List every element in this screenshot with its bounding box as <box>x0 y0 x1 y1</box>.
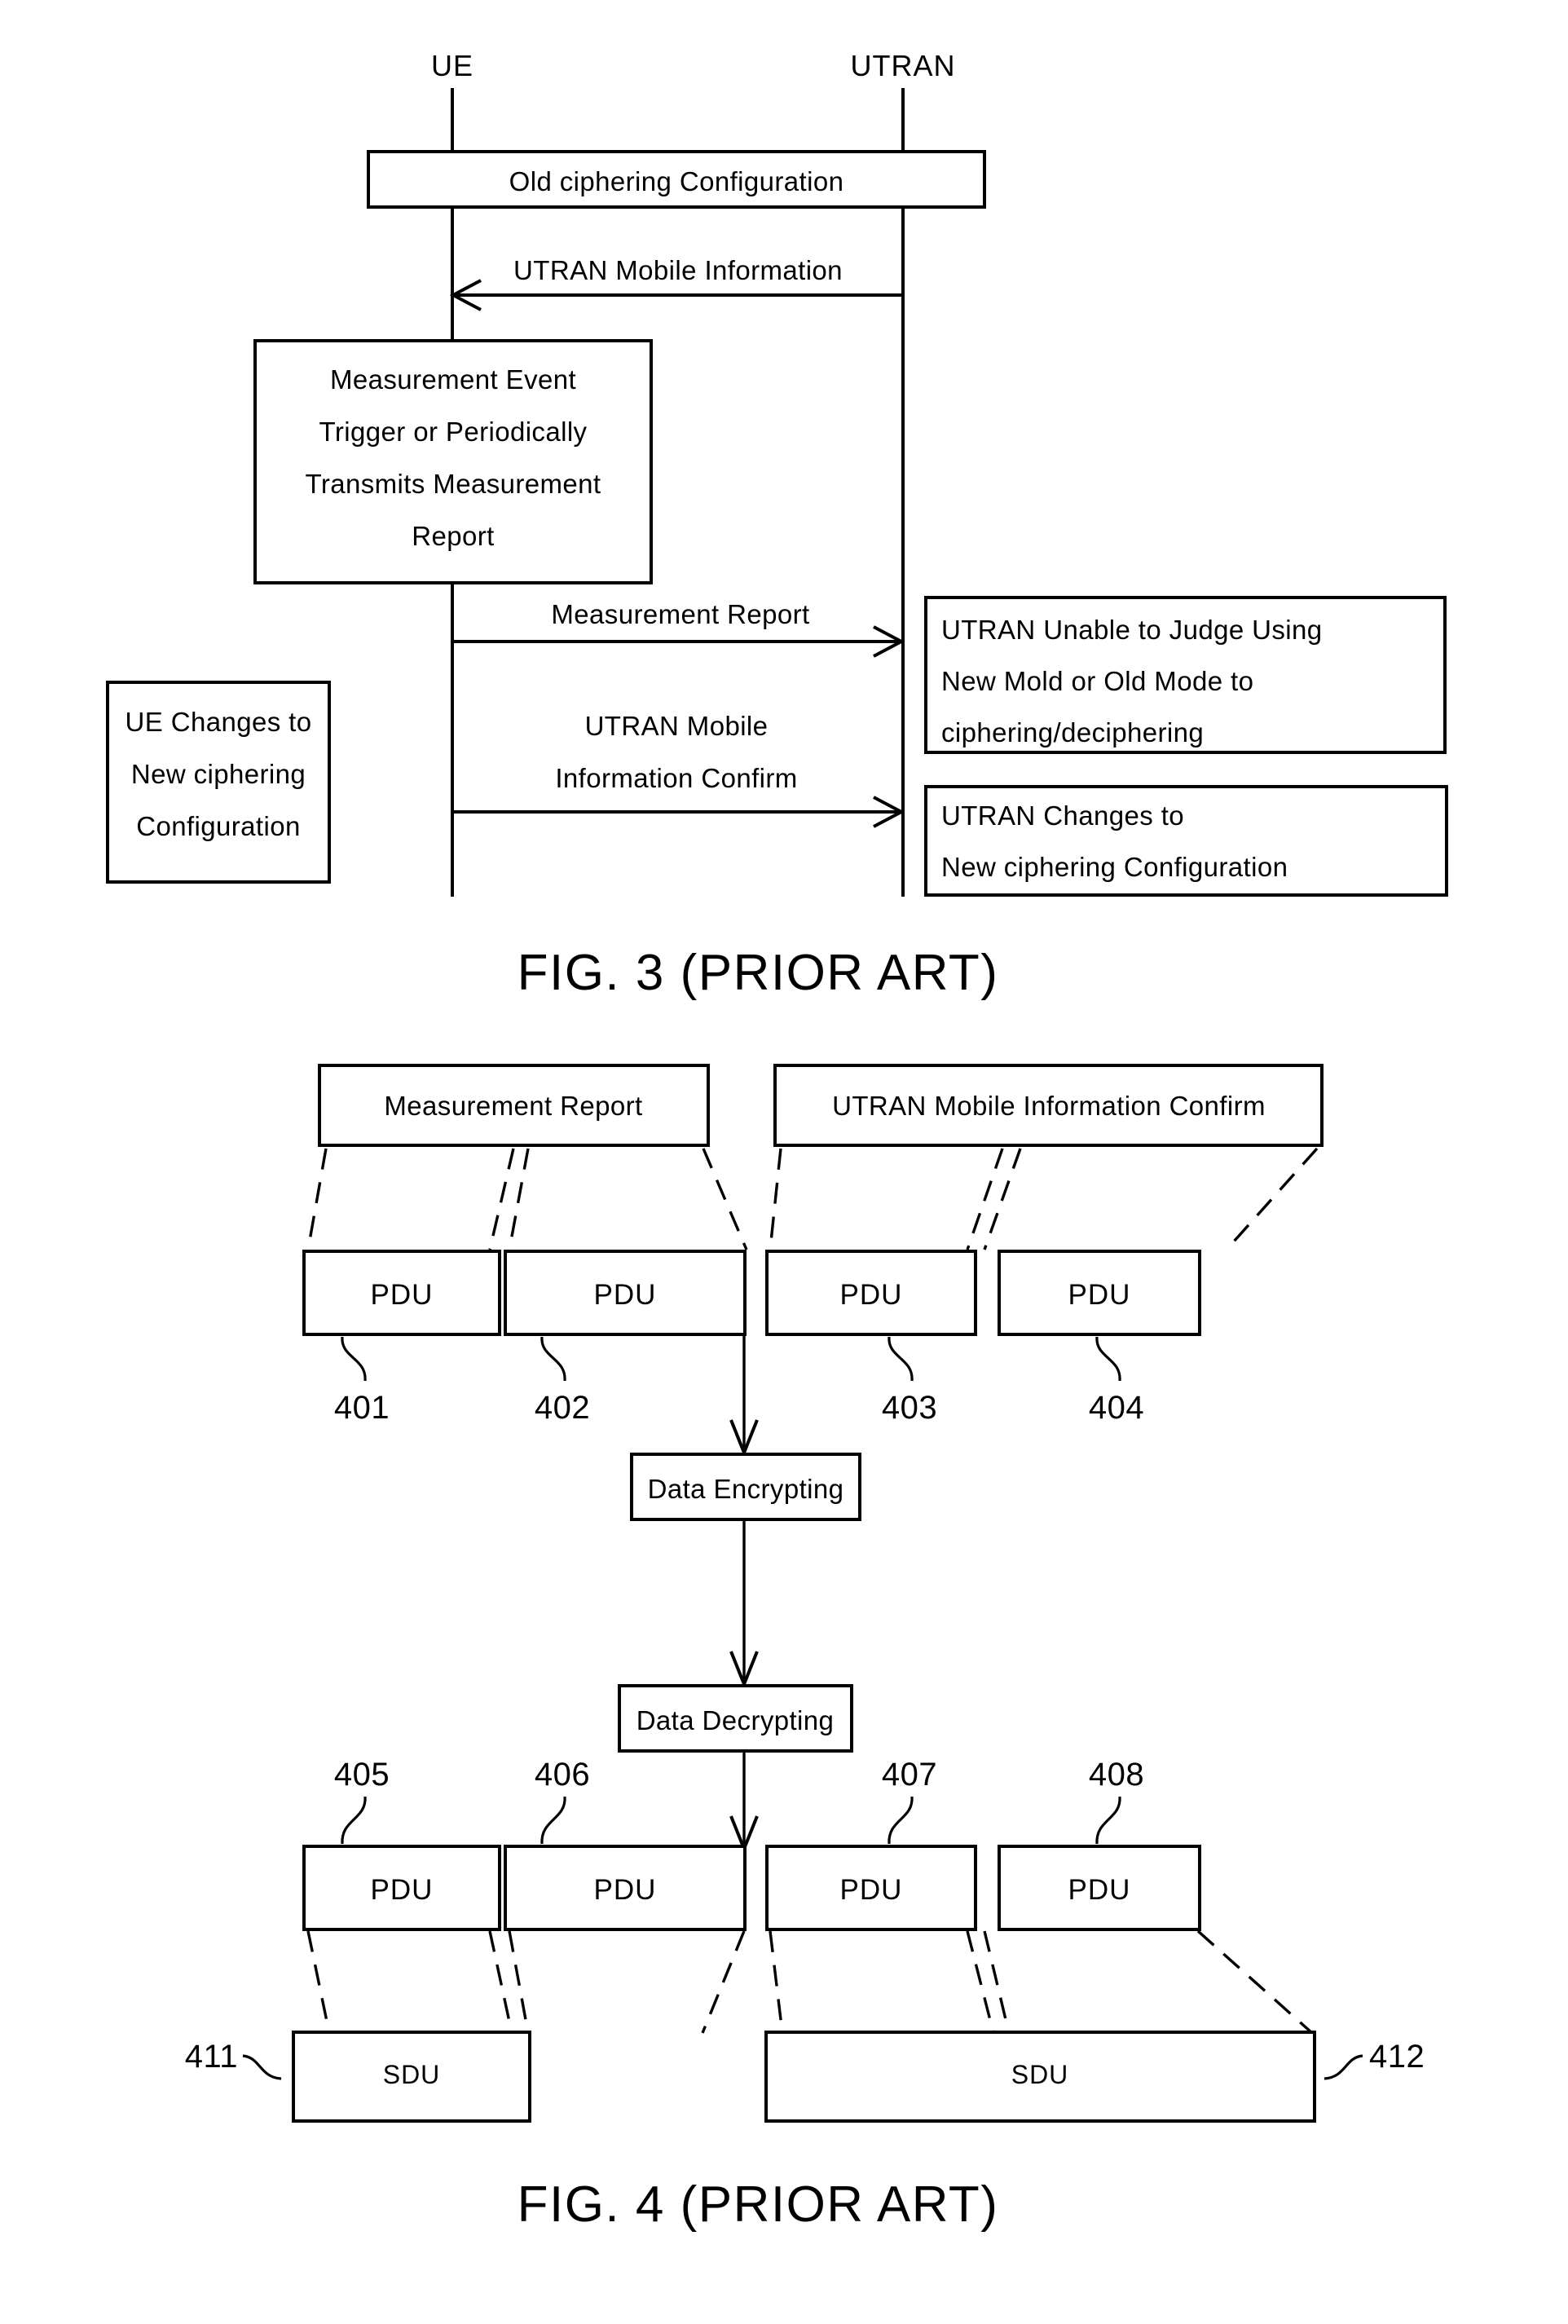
message-confirm-label-line-1: UTRAN Mobile <box>585 711 769 741</box>
ref-number-407: 407 <box>882 1757 937 1793</box>
box-pdu-402-label: PDU <box>594 1279 657 1311</box>
segmentation-dash-a4 <box>702 1148 748 1250</box>
box-data-encrypting-label: Data Encrypting <box>648 1474 844 1504</box>
actor-label-utran: UTRAN <box>851 49 956 82</box>
box-old-ciphering-configuration-label: Old ciphering Configuration <box>509 166 844 196</box>
ref-number-401: 401 <box>334 1390 390 1426</box>
figure-3-caption: FIG. 3 (PRIOR ART) <box>518 945 999 1001</box>
reassembly-dash-a2 <box>488 1930 513 2034</box>
box-utran-unable-to-judge-line-1: UTRAN Unable to Judge Using <box>941 615 1323 645</box>
box-utran-unable-to-judge-line-2: New Mold or Old Mode to <box>941 666 1253 696</box>
segmentation-dash-b1 <box>769 1148 782 1250</box>
box-data-decrypting-label: Data Decrypting <box>636 1705 835 1735</box>
actor-label-ue: UE <box>431 49 473 82</box>
figure-4-group: Measurement Report UTRAN Mobile Informat… <box>185 1064 1425 2233</box>
box-utran-changes-line-2: New ciphering Configuration <box>941 852 1288 882</box>
box-sdu-411-label: SDU <box>383 2060 441 2089</box>
reassembly-dash-b4 <box>1196 1929 1314 2035</box>
message-measurement-report-label: Measurement Report <box>551 599 809 629</box>
box-ue-changes-line-2: New ciphering <box>131 759 306 789</box>
segmentation-dash-b4 <box>1225 1147 1319 1251</box>
ref-number-406: 406 <box>535 1757 590 1793</box>
box-pdu-403-label: PDU <box>840 1279 903 1311</box>
ref-number-404: 404 <box>1089 1390 1144 1426</box>
ref-number-402: 402 <box>535 1390 590 1426</box>
box-measurement-event-line-3: Transmits Measurement <box>306 469 601 499</box>
leader-407 <box>888 1796 914 1845</box>
box-utran-mobile-information-confirm-source-label: UTRAN Mobile Information Confirm <box>832 1091 1266 1121</box>
patent-drawing-sheet: UE UTRAN Old ciphering Configuration UTR… <box>0 0 1568 2324</box>
box-pdu-408-label: PDU <box>1068 1874 1131 1906</box>
leader-411 <box>242 2054 282 2080</box>
leader-408 <box>1095 1796 1121 1845</box>
message-utran-mobile-information-label: UTRAN Mobile Information <box>513 255 843 285</box>
ref-number-405: 405 <box>334 1757 390 1793</box>
box-pdu-407-label: PDU <box>840 1874 903 1906</box>
box-ue-changes-line-3: Configuration <box>136 811 301 841</box>
segmentation-dash-b2 <box>966 1148 1004 1250</box>
leader-403 <box>888 1336 914 1382</box>
leader-402 <box>540 1336 566 1382</box>
box-measurement-event-line-1: Measurement Event <box>330 364 576 395</box>
box-pdu-404-label: PDU <box>1068 1279 1131 1311</box>
segmentation-dash-a1 <box>306 1148 328 1250</box>
figure-4-caption: FIG. 4 (PRIOR ART) <box>518 2176 999 2233</box>
leader-405 <box>341 1796 367 1845</box>
box-measurement-event-line-4: Report <box>412 521 494 551</box>
ref-number-412: 412 <box>1369 2039 1425 2075</box>
box-utran-changes-line-1: UTRAN Changes to <box>941 800 1184 831</box>
box-pdu-406-label: PDU <box>594 1874 657 1906</box>
segmentation-dash-a3 <box>508 1148 530 1250</box>
patent-figure-svg: UE UTRAN Old ciphering Configuration UTR… <box>106 49 1448 2233</box>
message-confirm-label-line-2: Information Confirm <box>555 763 797 793</box>
box-measurement-event-line-2: Trigger or Periodically <box>319 417 588 447</box>
box-pdu-401-label: PDU <box>371 1279 434 1311</box>
box-sdu-412-label: SDU <box>1011 2060 1069 2089</box>
box-utran-unable-to-judge-line-3: ciphering/deciphering <box>941 717 1204 747</box>
reassembly-dash-b1 <box>769 1930 784 2034</box>
box-measurement-report-source-label: Measurement Report <box>384 1091 642 1121</box>
leader-401 <box>341 1336 367 1382</box>
leader-404 <box>1095 1336 1121 1382</box>
ref-number-411: 411 <box>185 2039 238 2075</box>
ref-number-403: 403 <box>882 1390 937 1426</box>
box-ue-changes-line-1: UE Changes to <box>126 707 312 737</box>
ref-number-408: 408 <box>1089 1757 1144 1793</box>
box-pdu-405-label: PDU <box>371 1874 434 1906</box>
reassembly-dash-a3 <box>508 1930 530 2034</box>
segmentation-dash-b3 <box>983 1148 1022 1250</box>
figure-3-group: UE UTRAN Old ciphering Configuration UTR… <box>106 49 1448 1001</box>
reassembly-dash-a1 <box>306 1930 331 2034</box>
segmentation-dash-a2 <box>488 1148 515 1250</box>
reassembly-dash-a4 <box>701 1930 746 2034</box>
leader-406 <box>540 1796 566 1845</box>
leader-412 <box>1324 2054 1363 2080</box>
